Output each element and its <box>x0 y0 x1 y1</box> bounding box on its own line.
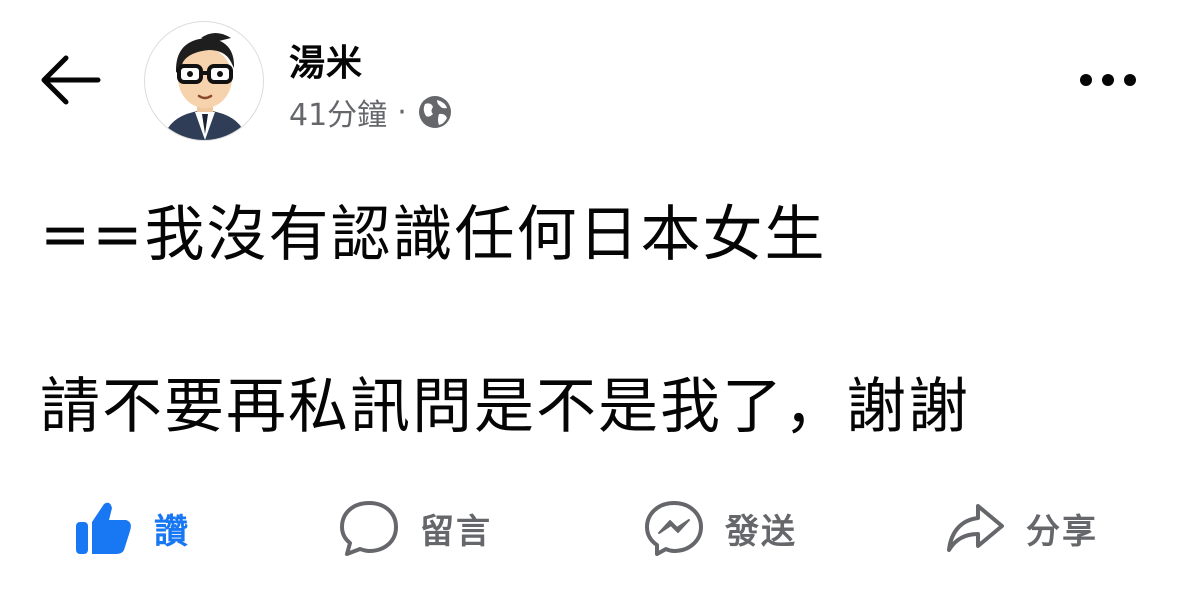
globe-icon <box>418 96 451 128</box>
post-timestamp[interactable]: 41分鐘 <box>289 90 387 134</box>
messenger-icon <box>645 501 703 556</box>
comment-label: 留言 <box>420 511 492 552</box>
comment-bubble-icon <box>340 501 398 556</box>
post-text-line-1: ==我沒有認識任何日本女生 <box>40 200 827 270</box>
meta-separator: · <box>397 94 407 130</box>
more-dots-icon <box>1080 74 1136 86</box>
avatar[interactable] <box>144 21 264 141</box>
comment-button[interactable]: 留言 <box>338 488 492 568</box>
share-button[interactable]: 分享 <box>944 488 1098 568</box>
author-name[interactable]: 湯米 <box>289 34 363 86</box>
thumbs-up-icon <box>76 502 131 554</box>
like-button[interactable]: 讚 <box>72 488 190 568</box>
share-arrow-icon <box>947 504 1004 552</box>
cartoon-avatar-icon <box>163 33 247 140</box>
arrow-left-icon <box>41 55 101 105</box>
share-label: 分享 <box>1026 511 1098 552</box>
post-text-line-2: 請不要再私訊問是不是我了，謝謝 <box>40 372 970 442</box>
like-label: 讚 <box>154 511 190 552</box>
post-meta: 41分鐘 · <box>289 90 453 134</box>
post-action-bar: 讚 留言 發送 分享 <box>0 488 1179 568</box>
send-button[interactable]: 發送 <box>643 488 797 568</box>
post-header: 湯米 41分鐘 · <box>0 0 1179 160</box>
more-options-button[interactable] <box>1076 62 1140 98</box>
back-button[interactable] <box>36 50 108 110</box>
send-label: 發送 <box>725 511 797 552</box>
